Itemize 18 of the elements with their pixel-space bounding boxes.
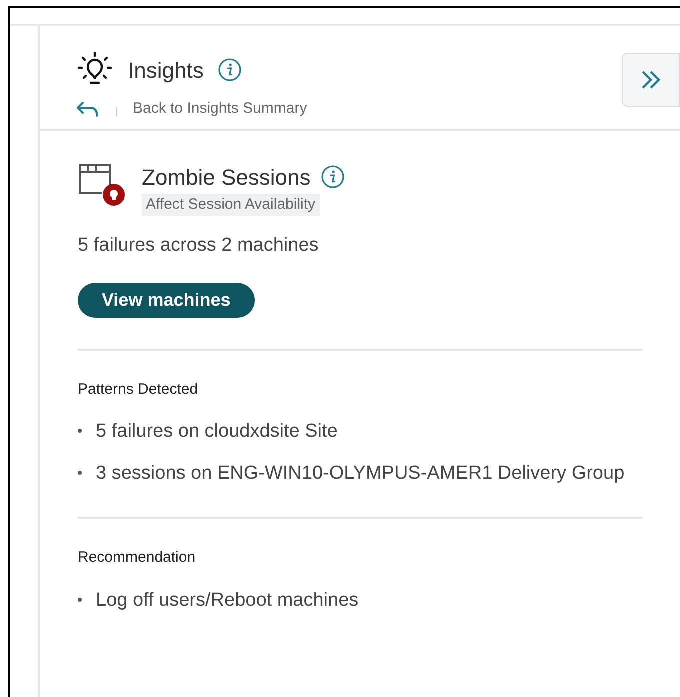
insight-title: Zombie Sessions bbox=[142, 164, 311, 192]
list-item-text: 5 failures on cloudxdsite Site bbox=[96, 420, 338, 444]
section-heading: Recommendation bbox=[78, 548, 197, 568]
list-item-text: 3 sessions on ENG-WIN10-OLYMPUS-AMER1 Delivery Group bbox=[96, 462, 625, 486]
view-machines-button[interactable]: View machines bbox=[78, 282, 255, 318]
bullet-icon bbox=[78, 598, 82, 602]
section-heading: Patterns Detected bbox=[78, 380, 200, 400]
bullet-icon bbox=[78, 471, 82, 475]
expand-button[interactable] bbox=[622, 53, 680, 107]
panel-title: Insights bbox=[128, 56, 204, 85]
info-icon[interactable] bbox=[320, 165, 345, 189]
impact-tag: Affect Session Availability bbox=[142, 194, 320, 216]
info-icon[interactable] bbox=[218, 58, 242, 82]
back-arrow-icon[interactable] bbox=[76, 100, 100, 118]
bullet-icon bbox=[78, 429, 82, 433]
list-item-text: Log off users/Reboot machines bbox=[96, 588, 359, 612]
back-link[interactable]: Back to Insights Summary bbox=[133, 98, 308, 120]
failure-summary: 5 failures across 2 machines bbox=[78, 234, 320, 258]
